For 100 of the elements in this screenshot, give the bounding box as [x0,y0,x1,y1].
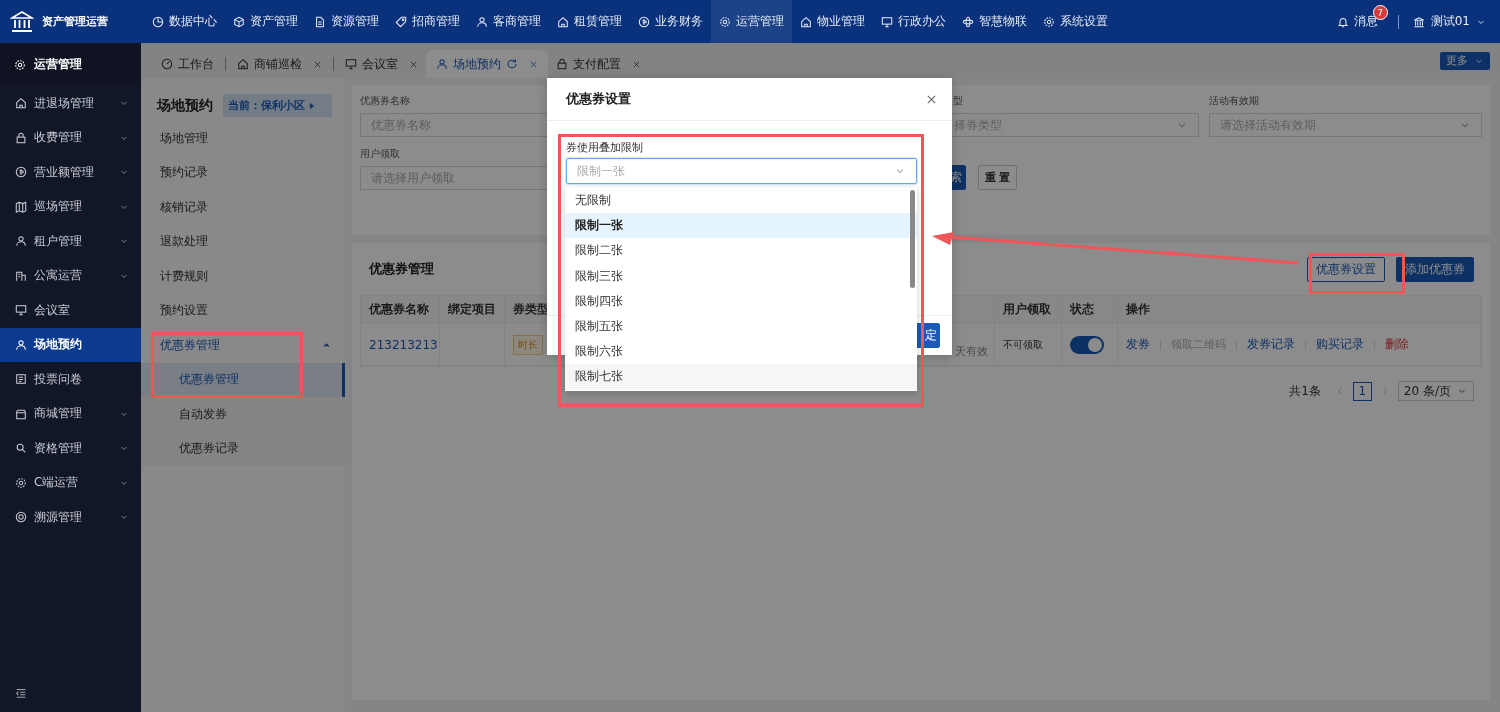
sidebar-item[interactable]: 收费管理 [0,120,141,155]
coupon-name-link[interactable]: 213213213 [369,337,438,352]
sidebar-item[interactable]: 公寓运营 [0,258,141,293]
pie-chart-icon [152,15,164,28]
sidebar-item[interactable]: 巡场管理 [0,189,141,224]
column-header: 用户领取 [995,296,1062,323]
submenu-item[interactable]: 优惠券管理 [141,328,345,363]
submenu-item[interactable]: 自动发券 [141,397,345,432]
more-button[interactable]: 更多 [1440,51,1490,70]
document-icon [314,15,326,28]
settings-button[interactable]: 优惠券设置 [1307,256,1385,282]
close-icon[interactable] [632,59,641,69]
sidebar-item[interactable]: 资格管理 [0,431,141,466]
status-toggle[interactable] [1070,335,1104,354]
nav-menu-item[interactable]: 行政办公 [873,0,954,43]
nav-menu-item[interactable]: 业务财务 [630,0,711,43]
nav-menu-item[interactable]: 客商管理 [468,0,549,43]
submenu-item[interactable]: 优惠券记录 [141,431,345,466]
sidebar-item[interactable]: 商城管理 [0,396,141,431]
coin-icon [638,15,650,28]
sidebar-item[interactable]: 溯源管理 [0,500,141,535]
sidebar-item[interactable]: 投票问卷 [0,362,141,397]
action-link[interactable]: 发券记录 [1247,336,1305,353]
page-tab[interactable]: 商铺巡检 [229,50,330,78]
nav-menu-item[interactable]: 招商管理 [387,0,468,43]
page-size-select[interactable]: 20 条/页 [1397,381,1474,401]
submenu-item[interactable]: 预约设置 [141,293,345,328]
settings-icon [1043,15,1055,28]
lock-icon [556,58,568,70]
monitor-icon [345,58,357,70]
bank-icon [1412,15,1425,28]
dropdown-option[interactable]: 限制一张 [565,213,917,239]
settings-icon [14,58,26,71]
close-icon[interactable] [529,59,538,69]
field-label: 优惠券名称 [360,94,410,107]
submenu-item[interactable]: 计费规则 [141,259,345,294]
nav-menu-item[interactable]: 系统设置 [1035,0,1116,43]
user-menu[interactable]: 测试01 [1412,13,1486,30]
nav-menu-item[interactable]: 资产管理 [225,0,306,43]
scrollbar[interactable] [910,190,915,288]
lock-icon [15,131,27,144]
cube-icon [233,15,245,28]
bank-logo-icon [10,9,34,34]
sidebar-item[interactable]: 场地预约 [0,327,141,362]
dialog-title: 优惠券设置 [566,90,631,108]
column-header: 优惠券名称 [361,296,440,323]
page-tab[interactable]: 会议室 [337,50,426,78]
nav-menu-item[interactable]: 运营管理 [711,0,792,43]
action-link[interactable]: 发券 [1126,336,1160,353]
house-icon [237,58,249,70]
monitor-icon [15,304,27,317]
triangle-icon [308,101,316,110]
settings-icon [15,476,27,489]
page-tab[interactable]: 工作台 [153,50,222,78]
gauge-icon [161,58,173,70]
page-number[interactable]: 1 [1352,381,1372,401]
building-icon [15,269,27,282]
submenu-item[interactable]: 预约记录 [141,155,345,190]
submenu-item[interactable]: 核销记录 [141,190,345,225]
submenu-item[interactable]: 退款处理 [141,224,345,259]
nav-menu-item[interactable]: 租赁管理 [549,0,630,43]
sidebar-item[interactable]: 营业额管理 [0,155,141,190]
dropdown-option[interactable]: 限制七张 [565,364,917,390]
nav-menu-item[interactable]: 数据中心 [144,0,225,43]
person-icon [15,235,27,248]
settings-icon [719,15,731,28]
column-header: 状态 [1062,296,1118,323]
action-link[interactable]: 购买记录 [1316,336,1374,353]
house-icon [15,97,27,110]
sidebar-item[interactable]: 进退场管理 [0,86,141,121]
search-icon [15,442,27,455]
submenu-title: 场地预约 [157,96,213,115]
reset-button[interactable]: 重 置 [978,165,1017,190]
column-header: 绑定项目 [440,296,505,323]
collapse-menu-icon [15,687,27,699]
page-tab[interactable]: 场地预约 [426,50,548,78]
sidebar-item[interactable]: 租户管理 [0,224,141,259]
person-icon [436,58,448,70]
field-label: 券使用叠加限制 [566,140,644,155]
dropdown-option[interactable]: 限制二张 [565,238,917,264]
page-tab[interactable]: 支付配置 [548,50,649,78]
tag-icon [395,15,407,28]
total-count: 共1条 [1289,382,1321,400]
sidebar-item[interactable]: 会议室 [0,293,141,328]
nav-menu-item[interactable]: 物业管理 [792,0,873,43]
dropdown-option[interactable]: 限制六张 [565,339,917,365]
submenu-item[interactable]: 场地管理 [141,121,345,156]
field-label: 型 [953,94,963,107]
panel-title: 优惠券管理 [369,260,434,278]
sidebar-item[interactable]: C端运营 [0,465,141,500]
close-icon[interactable] [409,59,418,69]
add-button[interactable]: 添加优惠券 [1396,256,1474,282]
dropdown-option[interactable]: 限制三张 [565,263,917,289]
refresh-icon [506,58,518,70]
person-icon [476,15,488,28]
nav-menu-item[interactable]: 智慧物联 [954,0,1035,43]
coin-icon [15,166,27,179]
nav-menu-item[interactable]: 资源管理 [306,0,387,43]
close-icon[interactable] [313,59,322,69]
dropdown-option[interactable]: 无限制 [565,188,917,214]
